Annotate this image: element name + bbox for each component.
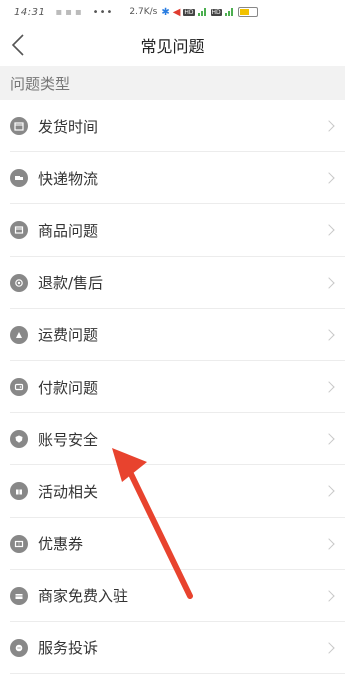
network-speed: 2.7K/s <box>129 7 158 17</box>
list-item-label: 发货时间 <box>38 117 99 136</box>
list-item-label: 账号安全 <box>38 430 99 449</box>
list-item-label: 快递物流 <box>38 169 99 188</box>
page-title: 常见问题 <box>140 37 205 56</box>
chevron-right-icon <box>323 276 335 289</box>
chevron-right-icon <box>323 381 335 393</box>
list-item[interactable]: 退款/售后 <box>0 256 345 309</box>
list-item-label: 优惠券 <box>38 535 84 554</box>
list-item-label: 退款/售后 <box>38 274 104 293</box>
system-icons: ✱ ◀ HD HD <box>161 6 258 18</box>
signal-icon <box>197 8 208 16</box>
truck-icon <box>10 169 28 188</box>
chevron-left-icon <box>11 34 24 56</box>
chevron-right-icon <box>323 537 335 550</box>
bluetooth-icon: ✱ <box>161 6 170 18</box>
list-item[interactable]: 商品问题 <box>0 204 345 257</box>
section-title: 问题类型 <box>10 74 71 93</box>
list-item[interactable]: 优惠券 <box>0 517 345 570</box>
notification-icons: ▪▪▪ <box>55 6 85 18</box>
list-item-label: 付款问题 <box>38 378 99 397</box>
shield-icon <box>10 430 28 449</box>
list-item[interactable]: 快递物流 <box>0 152 345 205</box>
chevron-right-icon <box>323 590 335 602</box>
calendar-icon <box>10 117 28 136</box>
coupon-icon <box>10 534 28 553</box>
status-time: 14:31 <box>14 6 46 18</box>
list-item[interactable]: 账号安全 <box>0 413 345 466</box>
shipping-fee-icon <box>10 325 28 344</box>
list-item[interactable]: 发货时间 <box>0 100 345 153</box>
list-item[interactable]: 付款问题 <box>0 360 345 414</box>
list-item[interactable]: 活动相关 <box>0 465 345 518</box>
list-item-label: 运费问题 <box>38 326 99 345</box>
list-item-label: 服务投诉 <box>38 639 99 658</box>
hd-icon: HD <box>183 8 195 16</box>
wallet-icon <box>10 378 28 397</box>
signal-icon <box>224 8 235 16</box>
hd-icon: HD <box>210 8 222 16</box>
list-item-label: 商家免费入驻 <box>38 587 129 606</box>
chevron-right-icon <box>323 172 335 184</box>
gift-icon <box>10 482 28 501</box>
chevron-right-icon <box>323 485 335 498</box>
section-header: 问题类型 <box>0 66 345 100</box>
store-icon <box>10 586 28 605</box>
status-bar: 14:31 ▪▪▪ ••• 2.7K/s ✱ ◀ HD HD <box>0 0 345 24</box>
list-item[interactable]: 服务投诉 <box>0 621 345 674</box>
chevron-right-icon <box>323 642 335 654</box>
nav-bar: 常见问题 <box>0 24 345 66</box>
battery-icon <box>237 7 258 17</box>
chevron-right-icon <box>323 329 335 341</box>
chat-icon <box>10 638 28 657</box>
chevron-right-icon <box>323 433 335 445</box>
chevron-right-icon <box>323 224 335 237</box>
list-item[interactable]: 商家免费入驻 <box>0 569 345 623</box>
list-item-label: 商品问题 <box>38 221 99 240</box>
list-item-label: 活动相关 <box>38 482 99 501</box>
more-icon: ••• <box>92 6 114 18</box>
refund-icon <box>10 273 28 292</box>
box-icon <box>10 221 28 240</box>
list-item[interactable]: 运费问题 <box>0 308 345 362</box>
chevron-right-icon <box>323 120 335 132</box>
volume-icon: ◀ <box>172 6 181 18</box>
faq-category-list: 发货时间 快递物流 商品问题 退款/售后 运费问题 付款问题 账号安全 活动相关 <box>0 100 345 674</box>
back-button[interactable] <box>8 32 32 58</box>
